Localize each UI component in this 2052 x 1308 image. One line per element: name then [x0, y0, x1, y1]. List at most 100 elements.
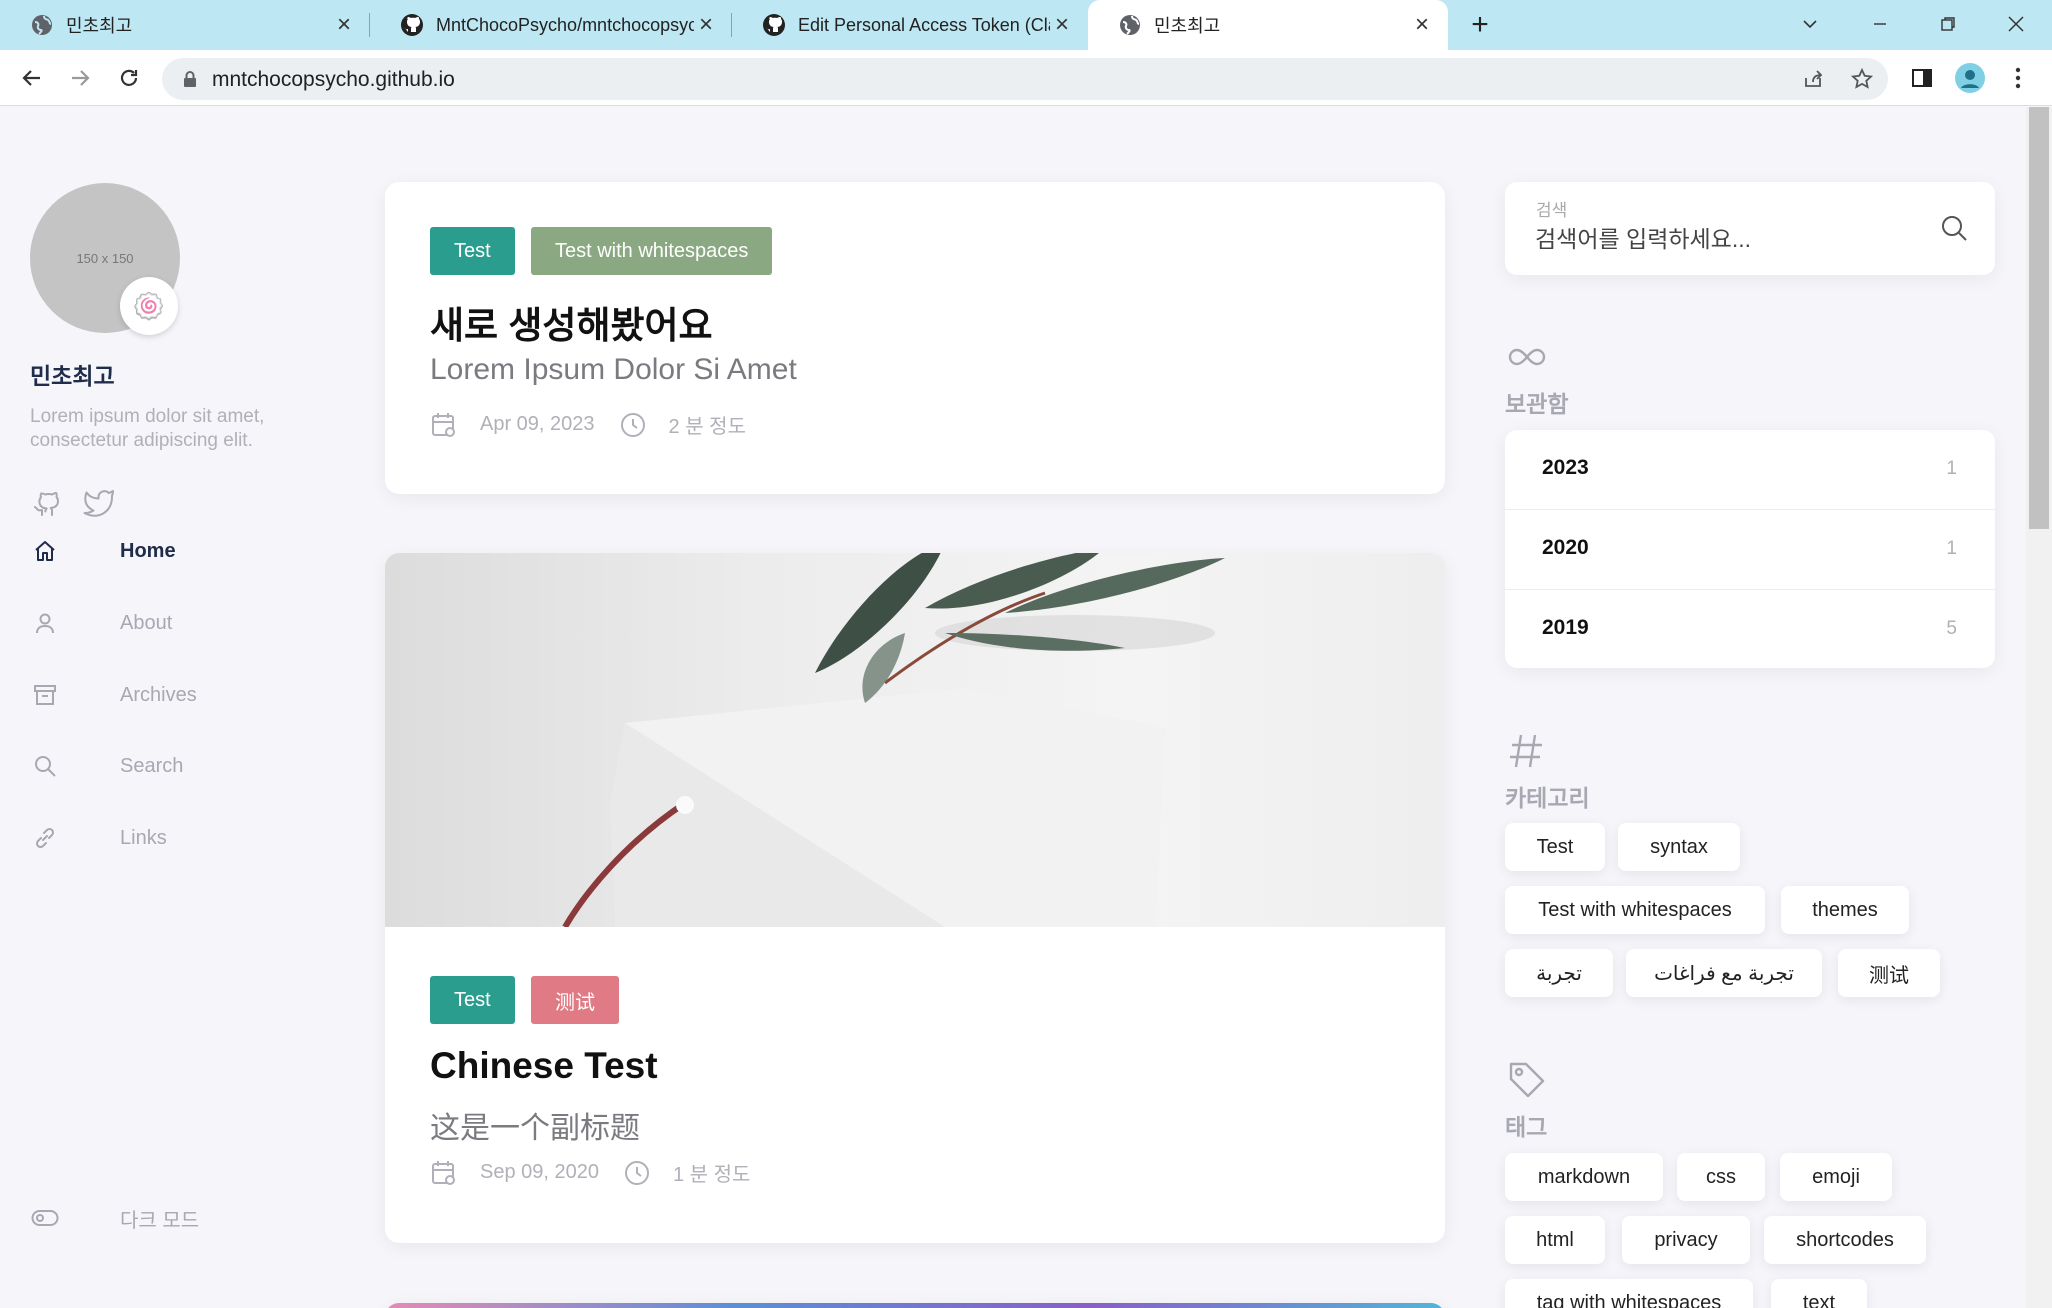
tab-title: MntChocoPsycho/mntchocopsycho: [436, 14, 694, 35]
tag-chip[interactable]: html: [1505, 1216, 1605, 1264]
search-input[interactable]: [1535, 222, 1915, 256]
hash-icon: [1510, 734, 1542, 768]
sidebar-item-label: Home: [120, 539, 176, 562]
post-title[interactable]: Chinese Test: [430, 1045, 658, 1087]
category-chip[interactable]: تجربة: [1505, 949, 1613, 997]
bookmark-star-icon[interactable]: [1850, 67, 1874, 91]
tag-chip[interactable]: text: [1771, 1279, 1867, 1308]
calendar-icon: [432, 1160, 455, 1185]
category-chip[interactable]: syntax: [1618, 823, 1740, 871]
post-category-tag[interactable]: 测试: [531, 976, 619, 1024]
page-content: 150 x 150 🍥 민초최고 Lorem ipsum dolor sit a…: [0, 107, 2026, 1308]
address-bar: mntchocopsycho.github.io: [0, 50, 2052, 106]
tag-chip[interactable]: shortcodes: [1764, 1216, 1926, 1264]
archive-list: 2023 1 2020 1 2019 5: [1505, 430, 1995, 668]
archive-year: 2019: [1542, 616, 1589, 639]
omnibox[interactable]: mntchocopsycho.github.io: [162, 58, 1888, 100]
browser-tab-2[interactable]: MntChocoPsycho/mntchocopsycho ×: [370, 0, 732, 50]
globe-icon: [32, 15, 52, 35]
tag-chip[interactable]: emoji: [1780, 1153, 1892, 1201]
post-card[interactable]: Test Test with whitespaces 새로 생성해봤어요 Lor…: [385, 182, 1445, 494]
post-read-time: 1 분 정도: [673, 1164, 751, 1186]
github-icon: [401, 14, 423, 36]
sidebar-item-archives[interactable]: Archives: [30, 675, 290, 715]
archive-year: 2023: [1542, 456, 1589, 479]
lock-icon: [184, 71, 196, 87]
restore-button[interactable]: [1930, 8, 1966, 40]
categories-title: 카테고리: [1505, 785, 1590, 811]
forward-button[interactable]: [64, 62, 96, 94]
tab-title: 민초최고: [1154, 16, 1221, 36]
site-title[interactable]: 민초최고: [30, 357, 115, 391]
post-title[interactable]: 새로 생성해봤어요: [430, 295, 713, 349]
post-subtitle: Lorem Ipsum Dolor Si Amet: [430, 353, 797, 386]
minimize-button[interactable]: [1862, 8, 1898, 40]
new-tab-button[interactable]: +: [1464, 8, 1496, 41]
site-description: Lorem ipsum dolor sit amet, consectetur …: [30, 406, 265, 451]
post-cover-image: [385, 553, 1445, 927]
archive-icon: [30, 680, 60, 710]
avatar-emoji-badge: 🍥: [120, 277, 178, 335]
reload-button[interactable]: [113, 62, 145, 94]
tab-title: 민초최고: [66, 16, 133, 36]
category-chip[interactable]: themes: [1781, 886, 1909, 934]
post-category-tag[interactable]: Test with whitespaces: [531, 227, 773, 275]
tag-icon: [1509, 1062, 1545, 1098]
browser-tab-1[interactable]: 민초최고 ×: [0, 0, 370, 50]
post-category-tag[interactable]: Test: [430, 976, 515, 1024]
search-icon: [30, 751, 60, 781]
tag-chip[interactable]: privacy: [1622, 1216, 1750, 1264]
search-label: 검색: [1536, 201, 1568, 220]
category-chip[interactable]: Test with whitespaces: [1505, 886, 1765, 934]
close-tab-icon[interactable]: ×: [1410, 11, 1434, 38]
tag-chip[interactable]: css: [1677, 1153, 1765, 1201]
sidebar-item-links[interactable]: Links: [30, 818, 290, 858]
page-scrollbar[interactable]: [2026, 107, 2052, 1308]
category-chip[interactable]: 测试: [1838, 949, 1940, 997]
home-icon: [30, 536, 60, 566]
archive-row[interactable]: 2019 5: [1505, 590, 1995, 668]
close-tab-icon[interactable]: ×: [332, 11, 356, 38]
archive-row[interactable]: 2023 1: [1505, 430, 1995, 510]
url-text: mntchocopsycho.github.io: [212, 68, 455, 91]
calendar-icon: [432, 412, 455, 437]
profile-avatar-icon[interactable]: [1954, 62, 1986, 94]
twitter-icon[interactable]: [82, 485, 116, 519]
tab-search-icon[interactable]: [1792, 8, 1828, 40]
close-tab-icon[interactable]: ×: [694, 11, 718, 38]
share-icon[interactable]: [1801, 67, 1825, 91]
tag-chip[interactable]: tag with whitespaces: [1505, 1279, 1753, 1308]
sidebar-item-search[interactable]: Search: [30, 746, 290, 786]
post-category-tag[interactable]: Test: [430, 227, 515, 275]
tag-chip[interactable]: markdown: [1505, 1153, 1663, 1201]
browser-tab-bar: 민초최고 × MntChocoPsycho/mntchocopsycho × E…: [0, 0, 2052, 50]
close-tab-icon[interactable]: ×: [1050, 11, 1074, 38]
back-button[interactable]: [16, 62, 48, 94]
category-chip[interactable]: تجربة مع فراغات: [1626, 949, 1822, 997]
browser-tab-4-active[interactable]: 민초최고 ×: [1088, 0, 1448, 50]
archive-row[interactable]: 2020 1: [1505, 510, 1995, 590]
browser-menu-icon[interactable]: [2002, 62, 2034, 94]
archive-count: 5: [1946, 618, 1957, 639]
toggle-icon: [30, 1203, 60, 1233]
github-icon[interactable]: [30, 485, 64, 519]
dark-mode-toggle[interactable]: 다크 모드: [30, 1198, 290, 1238]
close-window-button[interactable]: [1998, 8, 2034, 40]
sidebar-item-label: Search: [120, 754, 184, 777]
tags-title: 태그: [1505, 1114, 1548, 1140]
category-chip[interactable]: Test: [1505, 823, 1605, 871]
scrollbar-thumb[interactable]: [2029, 107, 2049, 529]
sidebar-item-home[interactable]: Home: [30, 531, 290, 571]
search-icon[interactable]: [1938, 212, 1970, 244]
user-icon: [30, 608, 60, 638]
avatar-emoji: 🍥: [132, 290, 166, 321]
browser-tab-3[interactable]: Edit Personal Access Token (Classic) ×: [732, 0, 1088, 50]
github-icon: [763, 14, 785, 36]
sidebar-item-about[interactable]: About: [30, 603, 290, 643]
archive-count: 1: [1946, 538, 1957, 559]
post-card[interactable]: Test 测试 Chinese Test 这是一个副标题 Sep 09, 202…: [385, 553, 1445, 1243]
link-icon: [30, 823, 60, 853]
side-panel-icon[interactable]: [1906, 62, 1938, 94]
post-subtitle: 这是一个副标题: [430, 1112, 640, 1145]
post-card[interactable]: [385, 1303, 1445, 1308]
